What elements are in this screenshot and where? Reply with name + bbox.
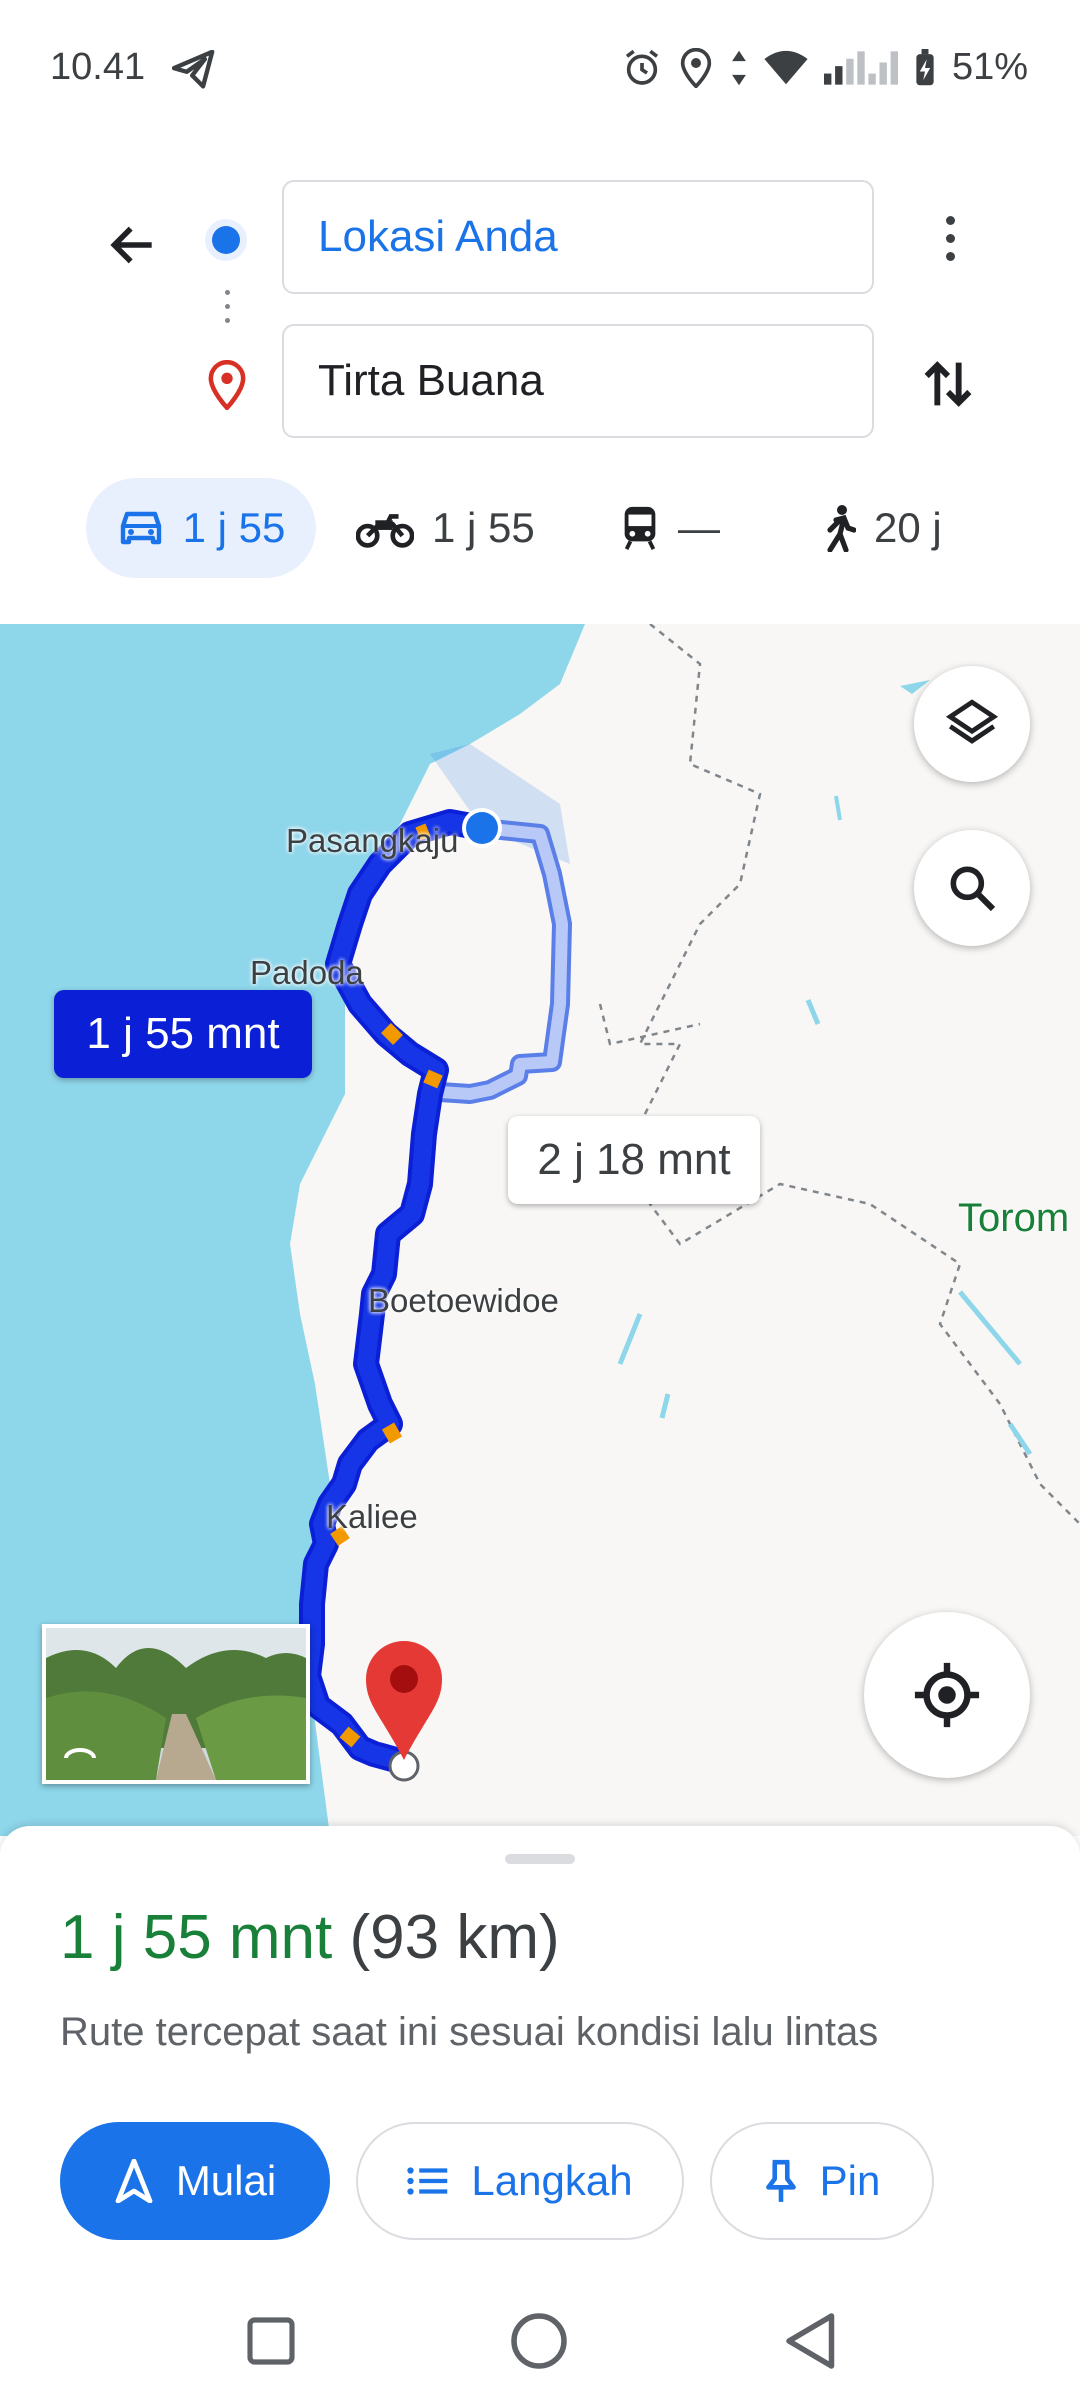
pin-icon [765, 2159, 796, 2202]
arrow-back-icon [110, 226, 152, 264]
route-connector-dots [225, 290, 230, 334]
back-button[interactable] [98, 210, 168, 280]
alarm-icon [622, 48, 662, 88]
map-place-label: Torom [958, 1196, 1070, 1240]
tab-transit[interactable]: — [620, 478, 720, 578]
car-icon [120, 511, 161, 545]
status-time: 10.41 [50, 46, 146, 88]
pin-button[interactable]: Pin [710, 2122, 934, 2240]
signal-icon [823, 50, 898, 85]
battery-percent: 51% [951, 46, 1028, 88]
my-location-button[interactable] [864, 1612, 1030, 1778]
triangle-back-icon [786, 2313, 835, 2369]
telegram-icon [171, 49, 216, 95]
search-icon [950, 866, 996, 912]
search-along-route-button[interactable] [914, 830, 1030, 946]
wifi-icon [764, 50, 808, 86]
location-icon [678, 47, 714, 88]
tab-driving[interactable]: 1 j 55 [86, 478, 316, 578]
origin-dot-icon [212, 226, 240, 254]
motorcycle-icon [356, 514, 414, 548]
map-place-label: Padoda [250, 954, 364, 991]
layers-button[interactable] [914, 666, 1030, 782]
route-description: Rute tercepat saat ini sesuai kondisi la… [60, 2010, 879, 2054]
drag-handle[interactable] [505, 1854, 575, 1864]
tab-driving-label: 1 j 55 [182, 504, 286, 551]
start-button[interactable]: Mulai [60, 2122, 330, 2240]
route-summary: 1 j 55 mnt (93 km) [60, 1902, 560, 1973]
list-icon [407, 2167, 448, 2195]
battery-icon [914, 48, 936, 87]
walk-icon [827, 505, 856, 552]
pin-button-label: Pin [819, 2157, 881, 2204]
tab-transit-label: — [678, 504, 720, 551]
route-duration: 1 j 55 mnt [60, 1903, 333, 1972]
tab-motorcycle-label: 1 j 55 [432, 504, 535, 551]
map-place-label: Pasangkaju [286, 822, 459, 859]
route-distance: (93 km) [349, 1903, 560, 1972]
map-place-label: Kaliee [326, 1498, 418, 1535]
travel-mode-tabs: 1 j 55 1 j 55 — 20 j [0, 478, 1080, 578]
origin-field[interactable]: Lokasi Anda [282, 180, 874, 294]
destination-field[interactable]: Tirta Buana [282, 324, 874, 438]
swap-button[interactable] [916, 352, 980, 421]
more-options-button[interactable] [920, 208, 980, 268]
recents-button[interactable] [236, 2306, 306, 2376]
start-button-label: Mulai [175, 2157, 277, 2204]
status-bar: 10.41 51% [0, 0, 1080, 150]
steps-button[interactable]: Langkah [356, 2122, 684, 2240]
home-button[interactable] [504, 2306, 574, 2376]
map-view[interactable]: Pasangkaju Padoda Boetoewidoe Kaliee Tor… [0, 624, 1080, 1836]
my-location-icon [914, 1662, 980, 1728]
map-place-label: Boetoewidoe [368, 1282, 559, 1319]
system-nav-bar [0, 2270, 1080, 2408]
destination-pin-icon [208, 359, 246, 415]
square-icon [247, 2317, 295, 2365]
layers-icon [945, 699, 999, 744]
street-view-thumbnail[interactable] [42, 1624, 310, 1784]
transit-icon [624, 506, 656, 550]
primary-route-time-chip[interactable]: 1 j 55 mnt [54, 990, 312, 1078]
circle-icon [511, 2313, 567, 2369]
tab-walking-label: 20 j [874, 504, 942, 551]
swap-vert-icon [924, 361, 972, 407]
back-nav-button[interactable] [774, 2306, 844, 2376]
tab-motorcycle[interactable]: 1 j 55 [356, 478, 535, 578]
data-arrows-icon [730, 49, 748, 87]
tab-walking[interactable]: 20 j [820, 478, 942, 578]
alt-route-time-chip[interactable]: 2 j 18 mnt [508, 1116, 760, 1204]
steps-button-label: Langkah [471, 2157, 633, 2204]
navigation-arrow-icon [115, 2159, 153, 2203]
